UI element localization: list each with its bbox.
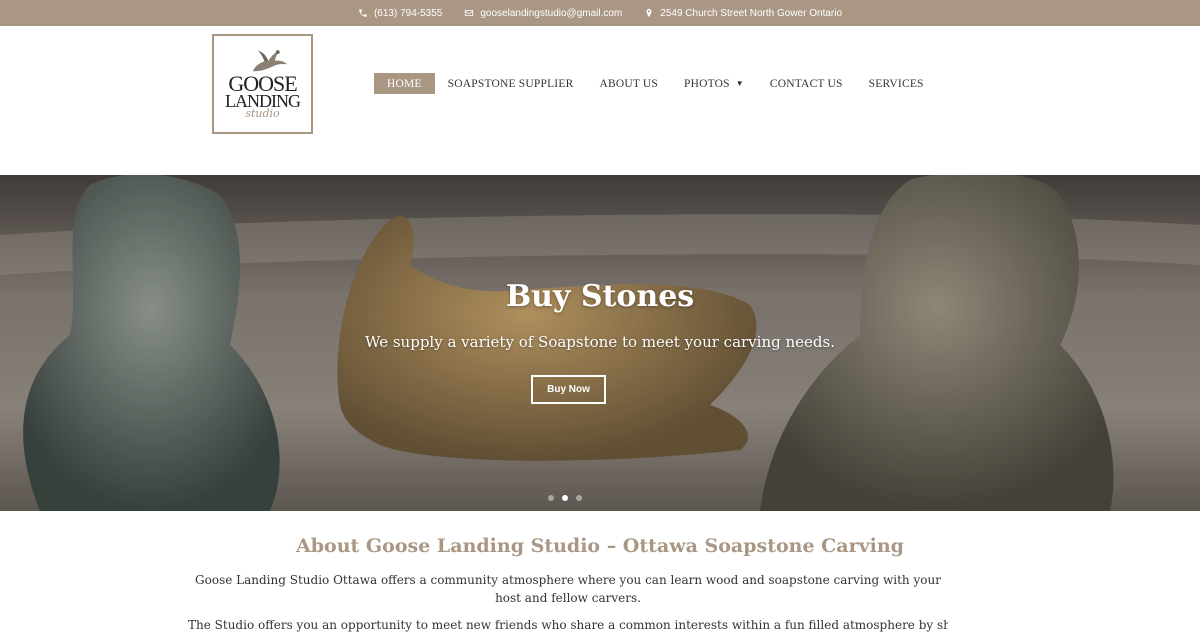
main-nav: HOME SOAPSTONE SUPPLIER ABOUT US PHOTOS … [374,73,937,94]
nav-photos[interactable]: PHOTOS ▼ [671,73,757,94]
nav-home[interactable]: HOME [374,73,435,94]
slider-dot-3[interactable] [576,495,582,501]
hero-subtitle: We supply a variety of Soapstone to meet… [365,333,835,351]
address-text: 2549 Church Street North Gower Ontario [660,7,843,19]
contact-email[interactable]: gooselandingstudio@gmail.com [464,8,622,19]
buy-now-button[interactable]: Buy Now [531,375,606,404]
slider-dots [548,495,582,501]
about-heading: About Goose Landing Studio – Ottawa Soap… [296,535,904,557]
caret-down-icon: ▼ [735,79,744,88]
about-paragraph-1: Goose Landing Studio Ottawa offers a com… [195,573,941,605]
slider-dot-1[interactable] [548,495,554,501]
nav-photos-label: PHOTOS [684,77,730,90]
logo-word-studio: studio [245,107,280,120]
slider-dot-2[interactable] [562,495,568,501]
contact-address: 2549 Church Street North Gower Ontario [644,8,842,19]
phone-text: (613) 794-5355 [373,7,443,19]
hero-title: Buy Stones [505,279,695,314]
contact-bar: (613) 794-5355 gooselandingstudio@gmail.… [0,0,1200,26]
site-logo[interactable]: GOOSE LANDING studio [212,34,313,134]
about-paragraph-2: The Studio offers you an opportunity to … [188,618,948,632]
nav-about-us[interactable]: ABOUT US [586,73,671,94]
nav-soapstone-supplier[interactable]: SOAPSTONE SUPPLIER [435,73,587,94]
phone-icon [359,9,367,17]
nav-contact-us[interactable]: CONTACT US [757,73,856,94]
hero-slider: Buy Stones We supply a variety of Soapst… [0,175,1200,511]
contact-phone[interactable]: (613) 794-5355 [358,8,442,19]
map-pin-icon [646,8,652,18]
hero-content: Buy Stones We supply a variety of Soapst… [0,175,1200,511]
email-text: gooselandingstudio@gmail.com [480,7,623,19]
envelope-icon [465,10,474,16]
nav-services[interactable]: SERVICES [856,73,937,94]
